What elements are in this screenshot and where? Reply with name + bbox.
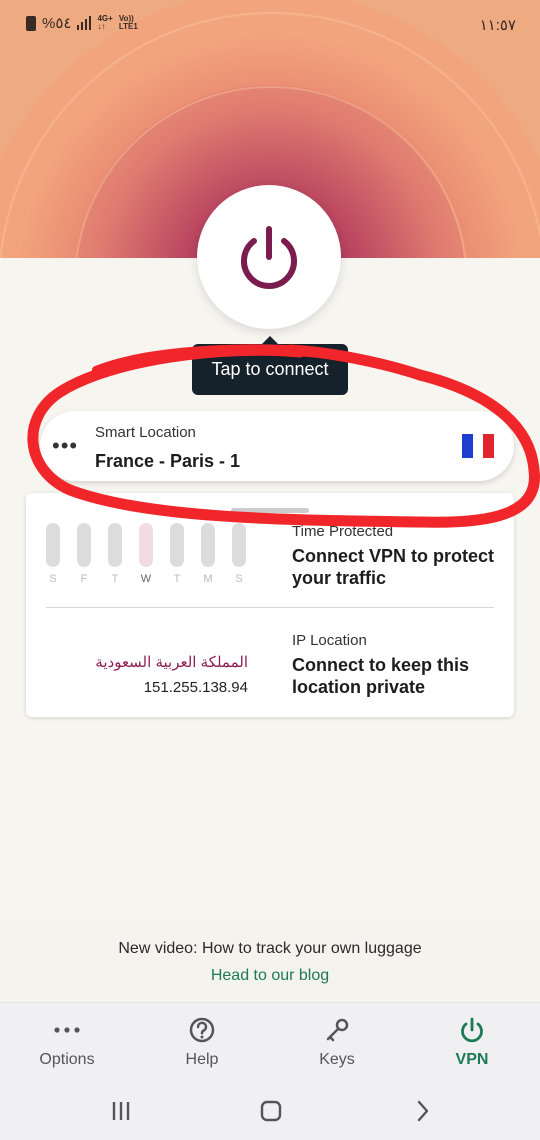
day-bar: T <box>108 523 122 585</box>
recent-apps-icon[interactable] <box>110 1100 132 1122</box>
status-bar: %٥٤ 4G+ ↓↑ Vo)) LTE1 ١١:٥٧ <box>0 12 540 36</box>
nav-help[interactable]: Help <box>147 1015 257 1069</box>
location-selector[interactable]: ••• Smart Location France - Paris - 1 <box>40 411 514 481</box>
bottom-nav: Options Help Keys VPN <box>0 1002 540 1083</box>
help-icon <box>147 1015 257 1045</box>
protection-panel: S F T W T M S Time Protected Connect VPN… <box>26 493 514 717</box>
network-arrows: ↓↑ <box>97 22 106 31</box>
home-icon[interactable] <box>259 1099 283 1123</box>
time-protected-label: Time Protected <box>292 523 394 540</box>
clock: ١١:٥٧ <box>479 17 516 34</box>
day-bar-today: W <box>139 523 153 585</box>
connect-tooltip: Tap to connect <box>192 344 348 395</box>
ip-location-label: IP Location <box>292 632 367 649</box>
drag-handle[interactable] <box>231 508 309 513</box>
more-options-icon[interactable]: ••• <box>52 433 78 459</box>
nav-vpn[interactable]: VPN <box>417 1015 527 1069</box>
ip-address: 151.255.138.94 <box>143 679 248 696</box>
nav-keys[interactable]: Keys <box>282 1015 392 1069</box>
divider <box>46 607 494 608</box>
nav-options[interactable]: Options <box>12 1015 122 1069</box>
battery-icon <box>26 15 36 31</box>
promo-banner: New video: How to track your own luggage… <box>0 922 540 1002</box>
power-icon <box>417 1015 527 1045</box>
time-protected-message: Connect VPN to protect your traffic <box>292 546 495 588</box>
day-bar: M <box>201 523 215 585</box>
france-flag-icon <box>462 434 495 458</box>
day-bar: T <box>170 523 184 585</box>
signal-icon <box>77 16 92 30</box>
day-bar: S <box>232 523 246 585</box>
volte-indicator: Vo)) LTE1 <box>118 14 138 31</box>
more-icon <box>12 1015 122 1045</box>
power-icon <box>241 226 297 289</box>
battery-level: %٥٤ <box>42 15 72 32</box>
back-icon[interactable] <box>414 1099 432 1123</box>
location-name: France - Paris - 1 <box>95 451 241 471</box>
system-navigation <box>0 1082 540 1140</box>
tooltip-arrow <box>262 336 278 344</box>
weekly-chart: S F T W T M S <box>46 523 246 585</box>
day-bar: S <box>46 523 60 585</box>
location-label: Smart Location <box>95 424 196 441</box>
connect-button[interactable] <box>197 185 341 329</box>
blog-link[interactable]: Head to our blog <box>0 967 540 985</box>
key-icon <box>282 1015 392 1045</box>
day-bar: F <box>77 523 91 585</box>
ip-location-message: Connect to keep this location private <box>292 655 470 697</box>
ip-country: المملكة العربية السعودية <box>95 654 248 671</box>
promo-text: New video: How to track your own luggage <box>118 940 422 957</box>
